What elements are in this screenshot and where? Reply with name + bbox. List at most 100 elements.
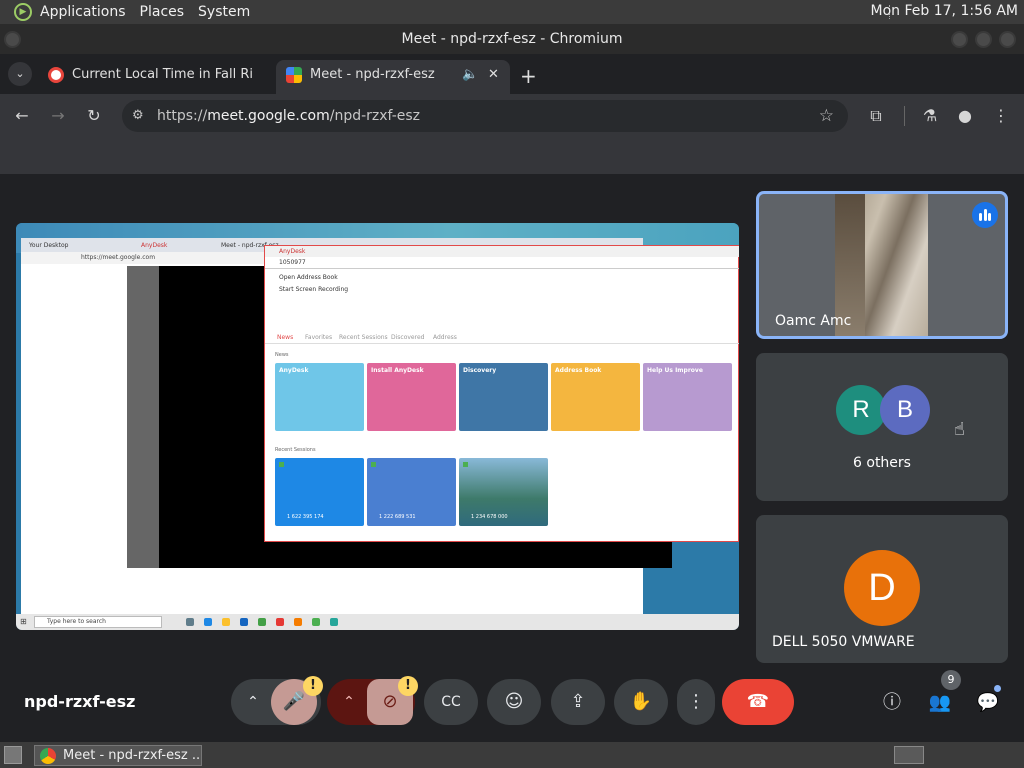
participant-name: Oamc Amc	[775, 313, 852, 329]
audio-playing-icon[interactable]: 🔈	[462, 60, 478, 90]
url-scheme: https://	[157, 108, 208, 124]
labs-flask-icon[interactable]: ⚗	[920, 106, 940, 126]
anydesk-titlebar: AnyDesk	[265, 246, 739, 257]
window-menu-button[interactable]	[4, 31, 21, 48]
show-desktop-icon[interactable]	[4, 746, 22, 764]
taskbar-app-icon	[312, 618, 320, 626]
anydesk-nav-item: Discovered	[391, 334, 425, 341]
recent-session-card: 1 622 395 174	[275, 458, 364, 526]
tab-label: Current Local Time in Fall Ri	[72, 67, 253, 82]
session-id: 1 234 678 000	[471, 514, 508, 520]
tab-close-icon[interactable]: ✕	[488, 60, 499, 90]
speaking-indicator-icon	[972, 202, 998, 228]
url-host: meet.google.com	[207, 108, 330, 124]
profile-icon[interactable]: ●	[955, 106, 975, 126]
address-bar[interactable]: ⚙ https://meet.google.com/npd-rzxf-esz ☆	[122, 100, 848, 132]
anydesk-nav-item: News	[277, 334, 294, 341]
extensions-icon[interactable]: ⧉	[866, 106, 886, 126]
camera-warning-icon: !	[398, 676, 418, 696]
screen-share-presentation: Your Desktop AnyDesk Meet - npd-rzxf-esz…	[16, 223, 739, 630]
participant-tile-others[interactable]: R B 6 others ☝	[756, 353, 1008, 501]
present-screen-button[interactable]: ⇪	[551, 679, 605, 725]
anydesk-nav-item: Favorites	[305, 334, 333, 341]
anydesk-nav: News Favorites Recent Sessions Discovere…	[265, 332, 739, 344]
url-path: /npd-rzxf-esz	[329, 108, 421, 124]
bookmark-star-icon[interactable]: ☆	[819, 100, 834, 132]
close-button[interactable]	[999, 31, 1016, 48]
more-options-button[interactable]: ⋮	[677, 679, 715, 725]
remote-tab-label: AnyDesk	[141, 242, 168, 249]
os-top-panel: ▶ Applications Places System Mon Feb 17,…	[0, 0, 1024, 24]
taskbar-window-meet[interactable]: Meet - npd-rzxf-esz ...	[34, 745, 202, 766]
emoji-reaction-button[interactable]: ☺	[487, 679, 541, 725]
back-icon[interactable]: ←	[12, 106, 32, 126]
hand-cursor-icon: ☝	[954, 419, 965, 440]
os-menu-places[interactable]: Places	[140, 4, 185, 20]
os-logo-icon[interactable]: ▶	[14, 3, 32, 21]
tab-current-local-time[interactable]: Current Local Time in Fall Ri	[40, 60, 274, 94]
remote-tab-label: Your Desktop	[29, 242, 69, 249]
card-title: AnyDesk	[279, 367, 309, 374]
remote-windows-taskbar: ⊞ Type here to search	[16, 614, 739, 630]
online-indicator	[279, 462, 284, 467]
reload-icon[interactable]: ↻	[84, 106, 104, 126]
meet-stage: Your Desktop AnyDesk Meet - npd-rzxf-esz…	[0, 174, 1024, 742]
taskbar-app-icon	[186, 618, 194, 626]
anydesk-nav-item: Recent Sessions	[339, 334, 388, 341]
tab-meet[interactable]: Meet - npd-rzxf-esz 🔈 ✕	[276, 60, 510, 94]
new-tab-button[interactable]: +	[520, 64, 537, 88]
os-menu-applications[interactable]: Applications	[40, 4, 126, 20]
minimize-button[interactable]	[951, 31, 968, 48]
card-title: Install AnyDesk	[371, 367, 424, 374]
anydesk-address: 1050977	[265, 259, 739, 269]
taskbar-app-icon	[240, 618, 248, 626]
chromium-icon	[40, 748, 56, 764]
recent-session-card: 1 222 689 531	[367, 458, 456, 526]
online-indicator	[371, 462, 376, 467]
browser-toolbar: ← → ↻ ⚙ https://meet.google.com/npd-rzxf…	[0, 94, 1024, 138]
remote-desktop-margin	[127, 266, 159, 568]
news-card: Help Us Improve	[643, 363, 732, 431]
anydesk-window: AnyDesk 1050977 Open Address Book Start …	[264, 245, 739, 542]
session-id: 1 222 689 531	[379, 514, 416, 520]
video-options-chevron-icon[interactable]: ⌃	[329, 679, 369, 725]
tab-search-button[interactable]: ⌄	[8, 62, 32, 86]
os-menu-system[interactable]: System	[198, 4, 250, 20]
forward-icon[interactable]: →	[48, 106, 68, 126]
anydesk-menu-item: Open Address Book	[279, 274, 338, 281]
avatar: R	[836, 385, 886, 435]
os-clock[interactable]: Mon Feb 17, 1:56 AM	[871, 3, 1018, 19]
chat-icon[interactable]: 💬	[975, 690, 1001, 716]
tab-label: Meet - npd-rzxf-esz	[310, 67, 435, 82]
people-icon[interactable]: 👥	[927, 690, 953, 716]
anydesk-menu-item: Start Screen Recording	[279, 286, 349, 293]
remote-search-box: Type here to search	[34, 616, 162, 628]
bookmark-bar	[0, 138, 1024, 174]
window-title: Meet - npd-rzxf-esz - Chromium	[401, 31, 623, 47]
site-info-icon[interactable]: ⚙	[132, 100, 144, 132]
maximize-button[interactable]	[975, 31, 992, 48]
meeting-info-icon[interactable]: ⓘ	[879, 690, 905, 716]
leave-call-button[interactable]: ☎	[722, 679, 794, 725]
workspace-switcher[interactable]	[894, 746, 924, 764]
news-card: Address Book	[551, 363, 640, 431]
section-label: Recent Sessions	[275, 447, 316, 453]
card-title: Help Us Improve	[647, 367, 703, 374]
raise-hand-button[interactable]: ✋	[614, 679, 668, 725]
browser-menu-icon[interactable]: ⋮	[991, 106, 1011, 126]
taskbar-app-icon	[222, 618, 230, 626]
os-bottom-taskbar: Meet - npd-rzxf-esz ...	[0, 742, 1024, 768]
recent-session-card: 1 234 678 000	[459, 458, 548, 526]
audio-options-chevron-icon[interactable]: ⌃	[233, 679, 273, 725]
participant-tile-dell[interactable]: D DELL 5050 VMWARE	[756, 515, 1008, 663]
avatar: D	[844, 550, 920, 626]
participant-tile-oamc[interactable]: Oamc Amc	[756, 191, 1008, 339]
section-label: News	[275, 352, 289, 358]
news-card: Install AnyDesk	[367, 363, 456, 431]
windows-start-icon: ⊞	[20, 617, 27, 626]
taskbar-app-icon	[294, 618, 302, 626]
card-title: Address Book	[555, 367, 602, 374]
card-title: Discovery	[463, 367, 497, 374]
captions-button[interactable]: CC	[424, 679, 478, 725]
news-card: AnyDesk	[275, 363, 364, 431]
